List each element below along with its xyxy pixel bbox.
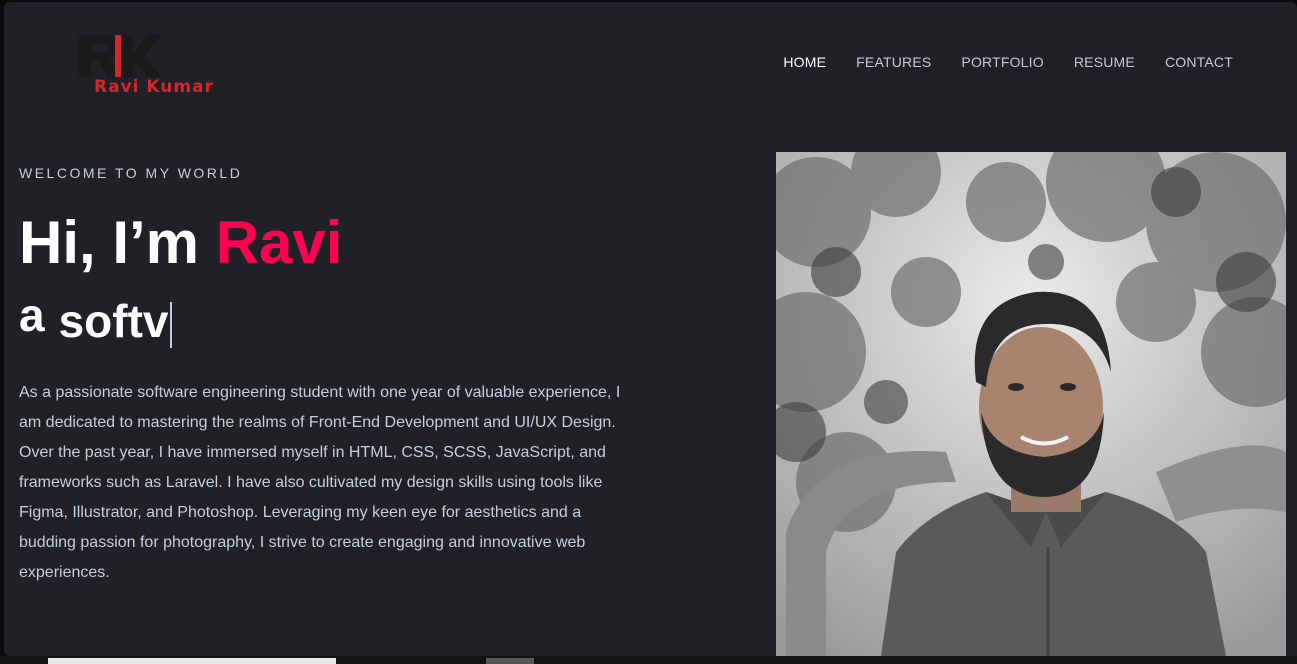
logo-name: Ravi Kumar [94,77,214,97]
typing-text: softv [58,295,169,347]
portrait-image [776,152,1286,656]
nav-features[interactable]: FEATURES [856,54,931,70]
nav-home[interactable]: HOME [783,54,826,70]
typing-cursor [169,302,172,348]
taskbar-item[interactable] [48,658,336,664]
main-nav: HOME FEATURES PORTFOLIO RESUME CONTACT [783,54,1233,70]
typing-line: a softv [19,289,172,348]
taskbar-item[interactable] [486,658,534,664]
nav-portfolio[interactable]: PORTFOLIO [961,54,1043,70]
hero-bio: As a passionate software engineering stu… [19,384,621,581]
greeting-text: Hi, I’m [19,209,216,276]
page: Ravi Kumar HOME FEATURES PORTFOLIO RESUM… [4,2,1297,656]
nav-resume[interactable]: RESUME [1074,54,1135,70]
rk-monogram-icon [79,35,163,77]
nav-contact[interactable]: CONTACT [1165,54,1233,70]
hero-name: Ravi [215,209,343,276]
welcome-subtitle: WELCOME TO MY WORLD [19,165,243,181]
hero-heading: Hi, I’m Ravi [19,208,342,278]
os-taskbar [0,656,1297,664]
profile-photo [776,152,1286,656]
typing-prefix: a [19,289,45,341]
site-logo[interactable]: Ravi Kumar [77,33,227,97]
